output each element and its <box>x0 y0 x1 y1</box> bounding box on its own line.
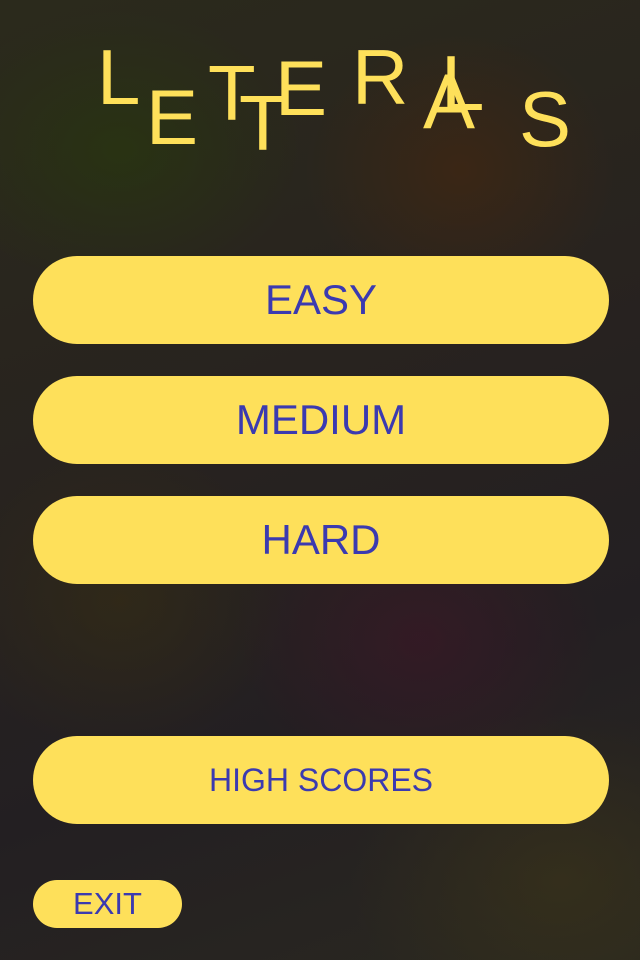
title-letter-l: L <box>97 33 141 121</box>
high-scores-button[interactable]: HIGH SCORES <box>33 736 609 824</box>
hard-button-label: HARD <box>261 516 381 563</box>
exit-button[interactable]: EXIT <box>33 880 182 928</box>
medium-button[interactable]: MEDIUM <box>33 376 609 464</box>
title-letter-r: R <box>352 33 409 121</box>
title-letter-a: A <box>423 57 476 145</box>
high-scores-button-label: HIGH SCORES <box>208 761 434 798</box>
medium-button-label: MEDIUM <box>235 396 407 443</box>
game-title: L E T T E R L A S <box>0 0 640 200</box>
easy-button-label: EASY <box>264 276 378 323</box>
easy-button[interactable]: EASY <box>33 256 609 344</box>
hard-button[interactable]: HARD <box>33 496 609 584</box>
title-letter-s: S <box>519 75 572 163</box>
title-letter-e-2: E <box>275 44 328 132</box>
title-letter-e: E <box>146 73 199 161</box>
exit-button-label: EXIT <box>73 886 142 921</box>
